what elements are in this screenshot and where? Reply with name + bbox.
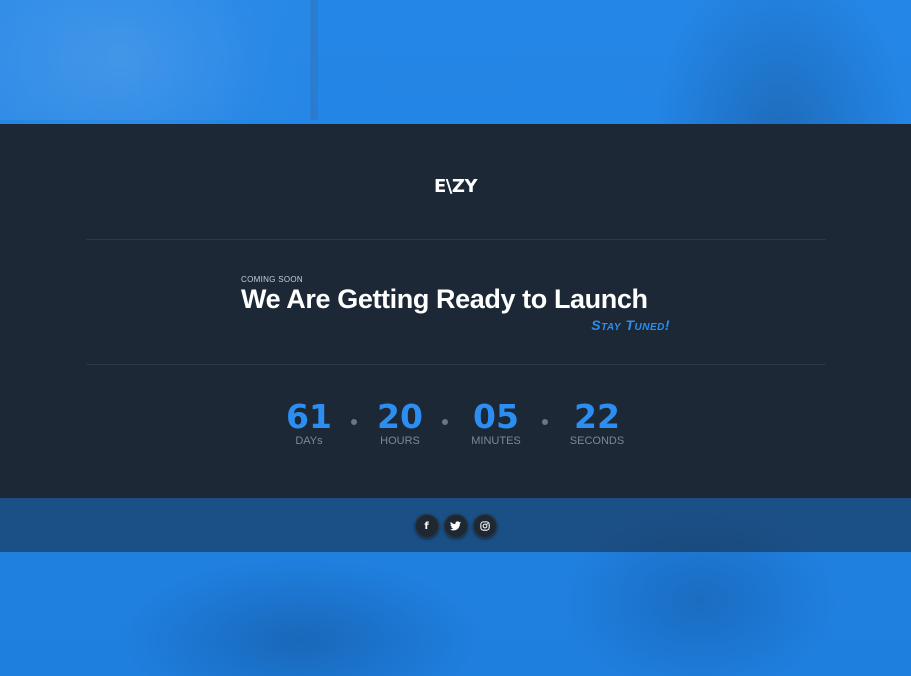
- social-links: f: [0, 514, 911, 538]
- page-title: We Are Getting Ready to Launch: [241, 284, 648, 314]
- instagram-icon: [474, 515, 496, 537]
- instagram-link[interactable]: [472, 514, 497, 538]
- countdown-minutes: 05 MINUTES: [441, 398, 551, 448]
- bottom-divider: [86, 364, 826, 365]
- logo-text: E\ZY: [434, 176, 477, 197]
- instagram-svg: [479, 521, 490, 531]
- seconds-label: SECONDS: [569, 435, 625, 447]
- hours-value: 20: [377, 397, 423, 436]
- twitter-icon: [445, 515, 467, 537]
- facebook-link[interactable]: f: [414, 514, 439, 538]
- countdown-timer: 61 DAYs 20 HOURS 05 MINUTES 22 SECONDS: [0, 398, 911, 458]
- seconds-value: 22: [574, 397, 620, 436]
- twitter-link[interactable]: [443, 514, 468, 538]
- coming-soon-label: COMING SOON: [241, 275, 303, 284]
- minutes-label: MINUTES: [471, 435, 521, 447]
- twitter-bird-svg: [450, 521, 461, 531]
- brand-logo[interactable]: E\ZY: [0, 176, 911, 197]
- background-window: [0, 0, 318, 120]
- top-divider: [86, 239, 826, 240]
- minutes-value: 05: [473, 397, 519, 436]
- stay-tuned-tagline: Stay Tuned!: [591, 317, 670, 333]
- countdown-seconds: 22 SECONDS: [542, 398, 652, 448]
- facebook-icon: f: [424, 520, 429, 532]
- countdown-hours: 20 HOURS: [345, 398, 455, 448]
- hours-label: HOURS: [380, 435, 420, 447]
